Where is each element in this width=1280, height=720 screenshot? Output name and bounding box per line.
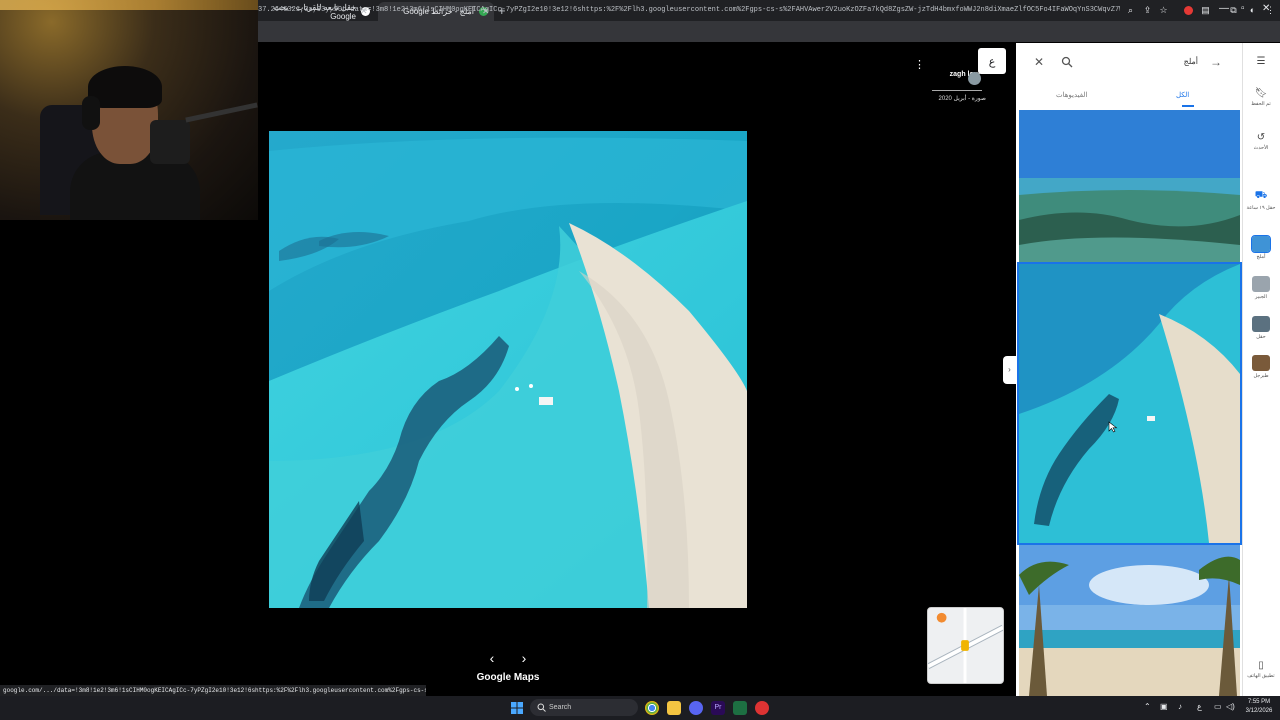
network-icon[interactable]: ▣ <box>1160 702 1168 711</box>
rail-label: أملج <box>1256 254 1266 260</box>
chrome-icon[interactable] <box>645 701 659 715</box>
author-avatar[interactable] <box>968 72 981 85</box>
excel-icon[interactable] <box>733 701 747 715</box>
maximize-icon[interactable]: ▫ <box>1241 3 1245 14</box>
taskbar <box>0 696 1280 720</box>
search-icon[interactable] <box>1061 56 1073 68</box>
place-thumb <box>1251 235 1271 253</box>
rail-label: حقل <box>1256 334 1266 340</box>
directions-icon[interactable]: → <box>1210 55 1222 69</box>
app-icon[interactable] <box>755 701 769 715</box>
place-thumb <box>1252 355 1270 371</box>
rail-label: حقل ١٩ ساعة <box>1246 205 1276 211</box>
zoom-icon[interactable]: ⌕ <box>1125 5 1136 16</box>
aerial-photo[interactable] <box>269 131 747 608</box>
place-thumb <box>1252 316 1270 332</box>
mic-arm <box>185 102 258 123</box>
windows-start-icon[interactable] <box>511 702 523 714</box>
status-url: google.com/.../data=!3m8!1e2!3m6!1sCIHM0… <box>0 685 426 696</box>
discord-icon[interactable] <box>689 701 703 715</box>
mic-icon[interactable]: ♪ <box>1178 702 1182 711</box>
photo-thumbnail-selected[interactable] <box>1017 262 1242 545</box>
menu-dots-icon[interactable]: ⋮ <box>1265 5 1276 16</box>
tab-indicator <box>1182 105 1194 107</box>
tab-all[interactable]: الكل <box>1176 91 1189 99</box>
rail-item-phone-app[interactable]: ▯ تطبيق الهاتف <box>1244 660 1278 679</box>
volume-icon[interactable]: ◁) <box>1226 702 1235 711</box>
extension-icon[interactable] <box>1183 5 1194 16</box>
rail-item-haql[interactable]: حقل <box>1244 316 1278 340</box>
profile-icon[interactable]: ◐ <box>1247 5 1258 16</box>
more-options-icon[interactable]: ⋮ <box>914 58 925 72</box>
rail-label: طبرجل <box>1253 373 1269 379</box>
light-strip <box>0 0 258 10</box>
search-icon <box>537 703 546 712</box>
display-icon[interactable]: ▭ <box>1214 702 1222 711</box>
microphone <box>150 120 190 164</box>
photo-thumbnail[interactable] <box>1019 545 1240 696</box>
google-maps-logo: Google Maps <box>476 672 540 683</box>
search-input[interactable]: أملج <box>1150 57 1198 66</box>
rail-label: تم الحفظ <box>1251 101 1271 107</box>
rail-item-saved[interactable]: 🔖︎ تم الحفظ <box>1244 88 1278 107</box>
time: 7:55 PM <box>1247 699 1271 705</box>
media-icon[interactable]: ▤ <box>1200 5 1211 16</box>
premiere-icon[interactable]: Pr <box>711 701 725 715</box>
rail-item-trip[interactable]: ⛟ حقل ١٩ ساعة <box>1244 190 1278 211</box>
language-toggle-button[interactable]: ع <box>978 48 1006 74</box>
photo-thumbnail[interactable] <box>1019 110 1240 262</box>
photo-date: صورة - أبريل 2020 <box>938 96 986 102</box>
url-field[interactable]: 37.2646321,3a,93y,90t/data=!3m8!1e2!3m6!… <box>258 4 1120 17</box>
tab-videos[interactable]: الفيديوهات <box>1056 91 1087 99</box>
search-box[interactable] <box>1026 51 1230 75</box>
star-icon[interactable]: ☆ <box>1158 5 1169 16</box>
headset <box>82 96 100 130</box>
rail-label: الأحدث <box>1253 145 1269 151</box>
car-icon: ⛟ <box>1254 190 1268 201</box>
rail-item-recent[interactable]: ↺ الأحدث <box>1244 132 1278 151</box>
rail-item-jubail[interactable]: الجبير <box>1244 276 1278 300</box>
rail-label: الجبير <box>1255 294 1267 300</box>
clock[interactable]: 7:55 PM 3/12/2026 <box>1240 698 1278 716</box>
bookmark-icon: 🔖︎ <box>1254 88 1268 99</box>
next-photo-button[interactable]: › <box>516 650 532 666</box>
puzzle-icon[interactable]: ⧉ <box>1228 5 1239 16</box>
taskbar-search[interactable]: Search <box>530 699 638 716</box>
mouse-cursor <box>1108 421 1118 433</box>
rail-item-tabarjal[interactable]: طبرجل <box>1244 355 1278 379</box>
file-explorer-icon[interactable] <box>667 701 681 715</box>
minimap[interactable] <box>927 607 1004 684</box>
history-icon: ↺ <box>1256 132 1266 143</box>
rail-label: تطبيق الهاتف <box>1247 673 1275 679</box>
divider <box>932 90 982 91</box>
input-language[interactable]: ع <box>1197 702 1202 711</box>
rail-menu-icon[interactable]: ☰ <box>1244 56 1278 69</box>
webcam-overlay <box>0 0 258 220</box>
previous-photo-button[interactable]: ‹ <box>484 650 500 666</box>
tray-chevron-icon[interactable]: ⌃ <box>1144 702 1151 711</box>
collapse-panel-button[interactable]: › <box>1003 356 1016 384</box>
share-icon[interactable]: ⇪ <box>1142 5 1153 16</box>
rail-item-umluj[interactable]: أملج <box>1244 235 1278 260</box>
place-thumb <box>1252 276 1270 292</box>
close-icon[interactable]: ✕ <box>1034 55 1044 69</box>
phone-icon: ▯ <box>1258 660 1264 671</box>
date: 3/12/2026 <box>1245 708 1273 714</box>
screen: حقل تابعه للقريات - بحث Google ✕ أملج - … <box>0 0 1280 720</box>
